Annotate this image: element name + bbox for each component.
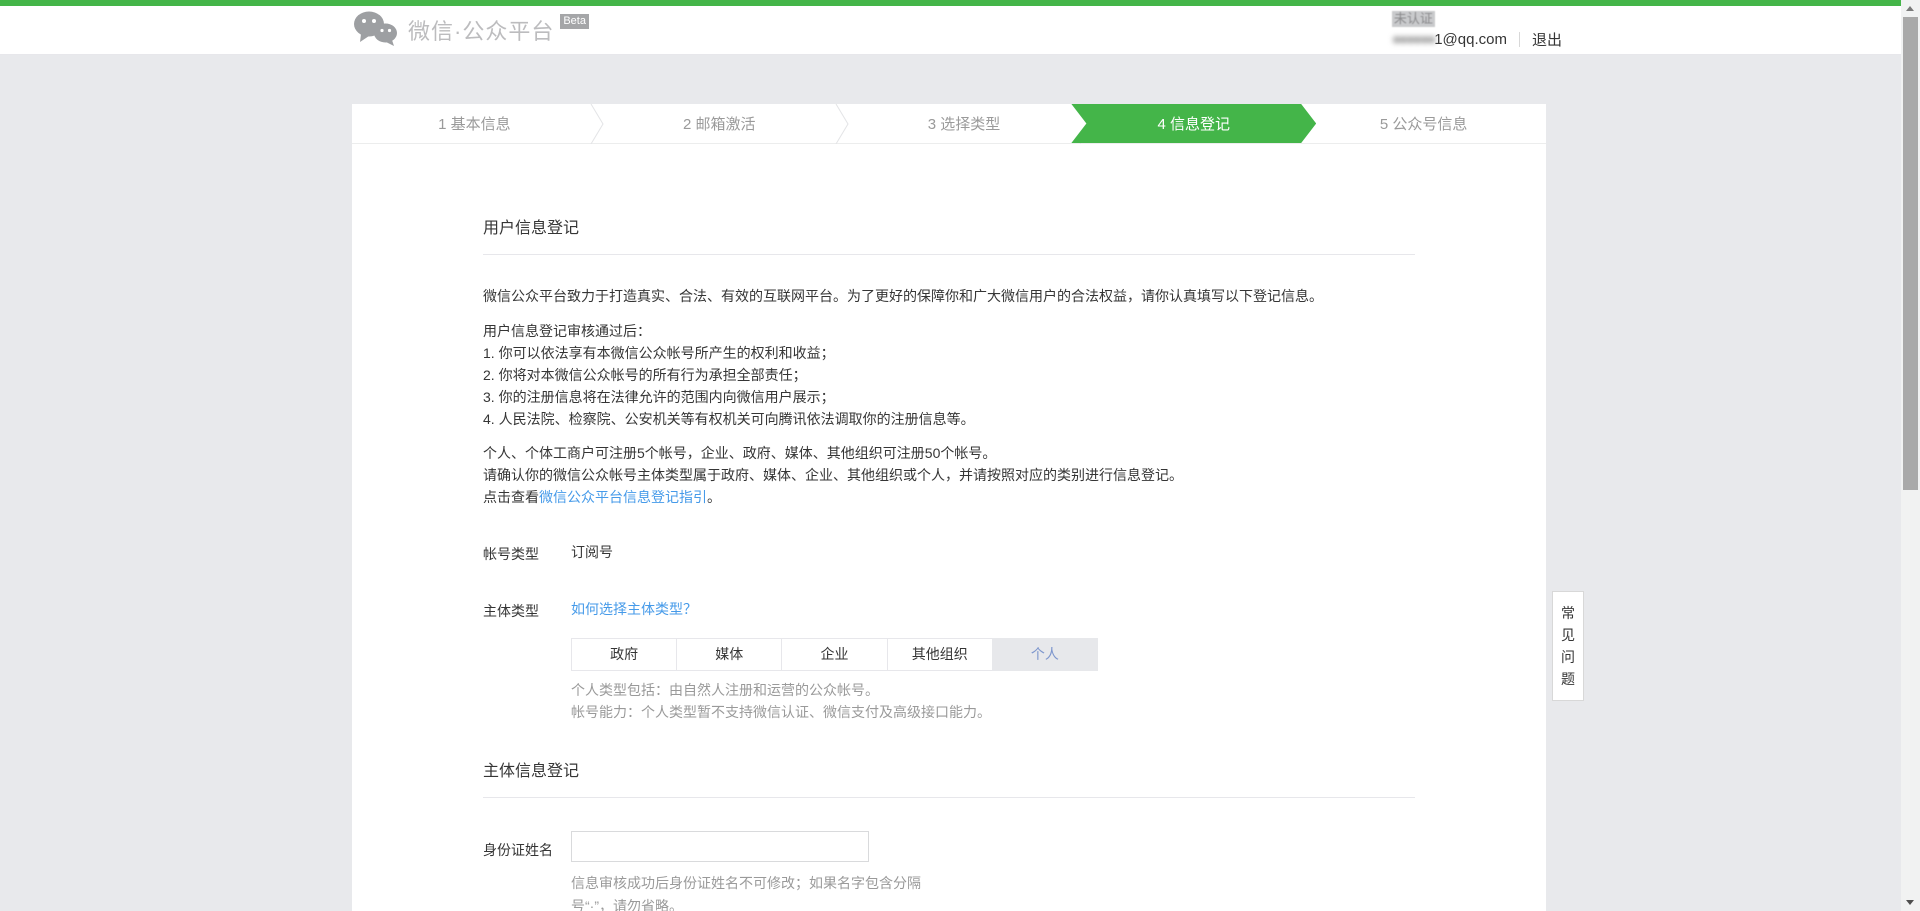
quota-line: 个人、个体工商户可注册5个帐号，企业、政府、媒体、其他组织可注册50个帐号。 xyxy=(483,442,1415,464)
subject-type-tabs: 政府 媒体 企业 其他组织 个人 xyxy=(571,638,1098,671)
subject-note: 个人类型包括：由自然人注册和运营的公众帐号。 xyxy=(571,679,1415,701)
after-review-item: 2. 你将对本微信公众帐号的所有行为承担全部责任； xyxy=(483,364,1415,386)
after-review-title: 用户信息登记审核通过后： xyxy=(483,320,1415,342)
after-review-item: 4. 人民法院、检察院、公安机关等有权机关可向腾讯依法调取你的注册信息等。 xyxy=(483,408,1415,430)
section-divider xyxy=(483,254,1415,255)
wechat-mp-logo: 微信·公众平台 Beta xyxy=(352,9,589,52)
id-name-row: 身份证姓名 信息审核成功后身份证姓名不可修改；如果名字包含分隔 号“·”，请勿省… xyxy=(483,831,1415,911)
tab-media[interactable]: 媒体 xyxy=(676,638,782,671)
faq-label: 常见问题 xyxy=(1561,602,1575,690)
registration-steps: 1 基本信息 2 邮箱激活 3 选择类型 4 信息登记 5 公众号信息 xyxy=(352,104,1546,144)
registration-guide-link[interactable]: 微信公众平台信息登记指引 xyxy=(539,489,707,505)
logo-text: 微信·公众平台 xyxy=(408,14,554,46)
header: 微信·公众平台 Beta 未认证 ●●●●●●1@qq.com 退出 xyxy=(0,6,1920,55)
step-email-activation: 2 邮箱激活 xyxy=(597,104,842,143)
main-card: 1 基本信息 2 邮箱激活 3 选择类型 4 信息登记 5 公众号信息 用户信息… xyxy=(352,104,1546,911)
top-accent-bar xyxy=(0,0,1920,6)
account-type-label: 帐号类型 xyxy=(483,541,571,565)
step-basic-info: 1 基本信息 xyxy=(352,104,597,143)
scrollbar-thumb[interactable] xyxy=(1903,17,1918,490)
tab-other-organization[interactable]: 其他组织 xyxy=(887,638,993,671)
account-type-row: 帐号类型 订阅号 xyxy=(483,541,1415,565)
account-email: ●●●●●●1@qq.com xyxy=(1392,31,1507,48)
scroll-up-button[interactable] xyxy=(1901,0,1920,17)
subject-note: 帐号能力：个人类型暂不支持微信认证、微信支付及高级接口能力。 xyxy=(571,701,1415,723)
intro-paragraph: 微信公众平台致力于打造真实、合法、有效的互联网平台。为了更好的保障你和广大微信用… xyxy=(483,285,1415,307)
section-title-user-info: 用户信息登记 xyxy=(483,218,1415,240)
tab-government[interactable]: 政府 xyxy=(571,638,677,671)
logout-link[interactable]: 退出 xyxy=(1532,29,1562,50)
subject-type-row: 主体类型 如何选择主体类型？ 政府 媒体 企业 其他组织 个人 个人类型包括：由… xyxy=(483,598,1415,723)
quota-block: 个人、个体工商户可注册5个帐号，企业、政府、媒体、其他组织可注册50个帐号。 请… xyxy=(483,442,1415,508)
status-badge: 未认证 xyxy=(1392,11,1435,27)
email-masked-part: ●●●●●● xyxy=(1392,31,1434,48)
section-divider xyxy=(483,797,1415,798)
after-review-item: 1. 你可以依法享有本微信公众帐号所产生的权利和收益； xyxy=(483,342,1415,364)
subject-type-label: 主体类型 xyxy=(483,598,571,723)
id-name-input[interactable] xyxy=(571,831,869,862)
arrow-up-icon xyxy=(1906,6,1914,11)
after-review-item: 3. 你的注册信息将在法律允许的范围内向微信用户展示； xyxy=(483,386,1415,408)
step-info-registration-active: 4 信息登记 xyxy=(1071,104,1316,143)
quota-line: 请确认你的微信公众帐号主体类型属于政府、媒体、企业、其他组织或个人，并请按照对应… xyxy=(483,464,1415,486)
tab-enterprise[interactable]: 企业 xyxy=(781,638,887,671)
step-account-info: 5 公众号信息 xyxy=(1301,104,1546,143)
email-visible-part: 1@qq.com xyxy=(1434,31,1507,48)
header-divider xyxy=(1519,32,1520,47)
after-review-block: 用户信息登记审核通过后： 1. 你可以依法享有本微信公众帐号所产生的权利和收益；… xyxy=(483,320,1415,430)
tab-individual-selected[interactable]: 个人 xyxy=(992,638,1098,671)
id-name-hint: 信息审核成功后身份证姓名不可修改；如果名字包含分隔 号“·”，请勿省略。 xyxy=(571,872,931,911)
faq-floating-button[interactable]: 常见问题 xyxy=(1552,591,1584,701)
account-type-value: 订阅号 xyxy=(571,541,1415,565)
id-name-label: 身份证姓名 xyxy=(483,831,571,911)
scroll-down-button[interactable] xyxy=(1901,894,1920,911)
page-scrollbar[interactable] xyxy=(1901,0,1920,911)
subject-type-notes: 个人类型包括：由自然人注册和运营的公众帐号。 帐号能力：个人类型暂不支持微信认证… xyxy=(571,679,1415,723)
beta-badge: Beta xyxy=(560,14,589,29)
section-title-subject-info: 主体信息登记 xyxy=(483,761,1415,783)
subject-type-help-link[interactable]: 如何选择主体类型？ xyxy=(571,601,697,617)
wechat-logo-icon xyxy=(352,9,398,52)
arrow-down-icon xyxy=(1906,900,1914,905)
step-choose-type: 3 选择类型 xyxy=(842,104,1087,143)
guide-line: 点击查看微信公众平台信息登记指引。 xyxy=(483,486,1415,508)
